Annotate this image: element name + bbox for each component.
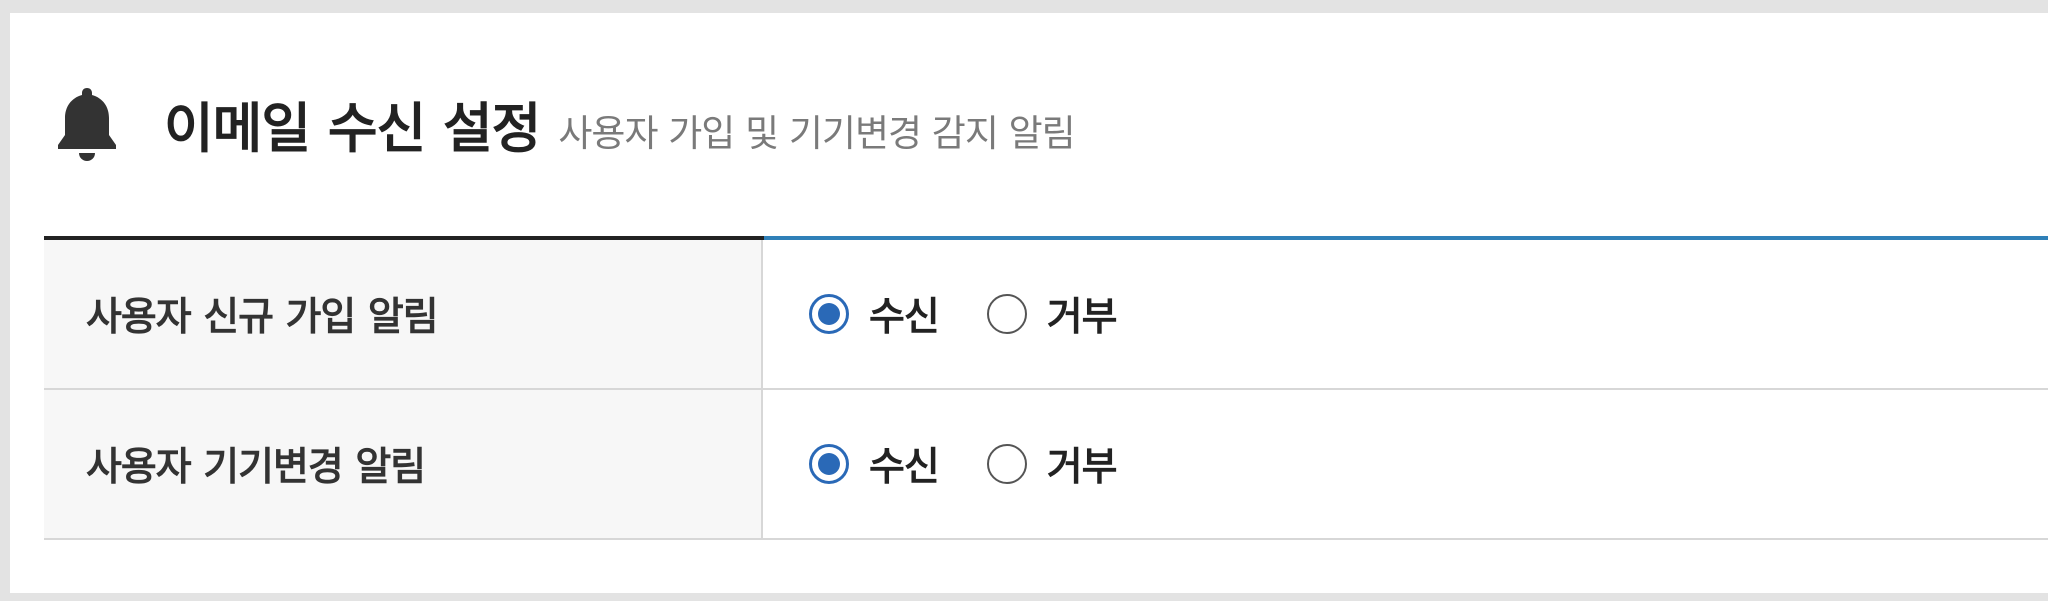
device-change-alert-receive-option[interactable]: 수신 <box>809 436 940 492</box>
signup-alert-options: 수신 거부 <box>763 240 2048 388</box>
reject-label[interactable]: 거부 <box>1047 436 1118 492</box>
signup-alert-receive-radio[interactable] <box>809 294 849 334</box>
device-change-alert-receive-radio[interactable] <box>809 444 849 484</box>
table-row-signup-alert: 사용자 신규 가입 알림 수신 거부 <box>44 240 2048 390</box>
settings-table: 사용자 신규 가입 알림 수신 거부 사용자 기기변경 알림 수신 거부 <box>44 236 2048 540</box>
signup-alert-label: 사용자 신규 가입 알림 <box>86 295 439 340</box>
row-label-cell: 사용자 기기변경 알림 <box>44 390 763 538</box>
page-title: 이메일 수신 설정 <box>164 96 541 160</box>
bell-icon <box>52 80 122 166</box>
signup-alert-reject-option[interactable]: 거부 <box>986 286 1118 342</box>
table-row-device-change-alert: 사용자 기기변경 알림 수신 거부 <box>44 390 2048 540</box>
row-label-cell: 사용자 신규 가입 알림 <box>44 240 763 388</box>
email-settings-panel: 이메일 수신 설정 사용자 가입 및 기기변경 감지 알림 사용자 신규 가입 … <box>10 13 2048 593</box>
receive-label[interactable]: 수신 <box>869 286 940 342</box>
receive-label[interactable]: 수신 <box>869 436 940 492</box>
device-change-alert-options: 수신 거부 <box>763 390 2048 538</box>
device-change-alert-label: 사용자 기기변경 알림 <box>86 445 426 490</box>
device-change-alert-reject-option[interactable]: 거부 <box>986 436 1118 492</box>
signup-alert-reject-radio[interactable] <box>986 294 1027 334</box>
section-header: 이메일 수신 설정 사용자 가입 및 기기변경 감지 알림 <box>52 75 1076 171</box>
reject-label[interactable]: 거부 <box>1047 286 1118 342</box>
signup-alert-receive-option[interactable]: 수신 <box>809 286 940 342</box>
page-subtitle: 사용자 가입 및 기기변경 감지 알림 <box>558 112 1075 155</box>
device-change-alert-reject-radio[interactable] <box>986 444 1027 484</box>
